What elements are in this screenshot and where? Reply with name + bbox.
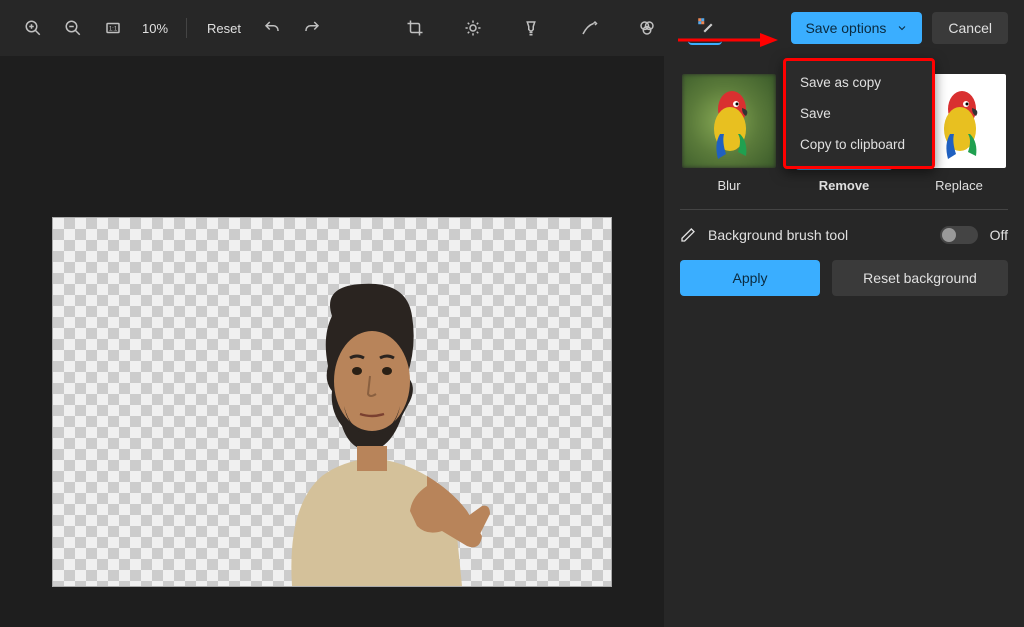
zoom-in-icon <box>24 19 42 37</box>
retouch-icon <box>638 19 656 37</box>
image-canvas[interactable] <box>52 217 612 587</box>
option-label: Remove <box>819 178 870 193</box>
panel-actions: Apply Reset background <box>680 260 1008 296</box>
undo-icon <box>263 19 281 37</box>
brush-toggle-state: Off <box>990 227 1008 243</box>
markup-tool-button[interactable] <box>572 11 606 45</box>
parrot-icon <box>932 84 992 164</box>
redo-button[interactable] <box>295 11 329 45</box>
annotation-arrow <box>678 30 778 50</box>
save-options-button[interactable]: Save options <box>791 12 922 44</box>
separator <box>186 18 187 38</box>
filter-tool-button[interactable] <box>514 11 548 45</box>
option-blur[interactable]: Blur <box>680 72 778 193</box>
chevron-down-icon <box>896 22 908 34</box>
apply-button[interactable]: Apply <box>680 260 820 296</box>
filter-icon <box>522 19 540 37</box>
cancel-button[interactable]: Cancel <box>932 12 1008 44</box>
menu-save[interactable]: Save <box>786 98 932 129</box>
photo-subject-person <box>232 276 512 586</box>
brush-tool-label: Background brush tool <box>708 227 928 243</box>
fit-screen-icon: 1:1 <box>104 19 122 37</box>
adjustment-tool-button[interactable] <box>456 11 490 45</box>
option-label: Blur <box>717 178 740 193</box>
menu-save-as-copy[interactable]: Save as copy <box>786 67 932 98</box>
crop-tool-button[interactable] <box>398 11 432 45</box>
canvas-area <box>0 56 664 627</box>
blur-thumbnail <box>680 72 778 170</box>
adjustment-icon <box>464 19 482 37</box>
zoom-in-button[interactable] <box>16 11 50 45</box>
zoom-out-icon <box>64 19 82 37</box>
parrot-icon <box>702 84 762 164</box>
fit-screen-button[interactable]: 1:1 <box>96 11 130 45</box>
toolbar-actions-group: Save options Cancel <box>791 12 1008 44</box>
toolbar-zoom-group: 1:1 10% Reset <box>16 11 329 45</box>
reset-background-button[interactable]: Reset background <box>832 260 1008 296</box>
svg-text:1:1: 1:1 <box>109 26 118 32</box>
redo-icon <box>303 19 321 37</box>
brush-tool-row: Background brush tool Off <box>680 226 1008 244</box>
save-options-label: Save options <box>805 20 886 36</box>
reset-zoom-button[interactable]: Reset <box>199 15 249 42</box>
pencil-icon <box>680 227 696 243</box>
crop-icon <box>406 19 424 37</box>
save-options-dropdown: Save as copy Save Copy to clipboard <box>783 58 935 169</box>
retouch-tool-button[interactable] <box>630 11 664 45</box>
undo-button[interactable] <box>255 11 289 45</box>
top-toolbar: 1:1 10% Reset <box>0 0 1024 56</box>
menu-copy-clipboard[interactable]: Copy to clipboard <box>786 129 932 160</box>
option-label: Replace <box>935 178 983 193</box>
markup-icon <box>580 19 598 37</box>
zoom-out-button[interactable] <box>56 11 90 45</box>
brush-toggle[interactable] <box>940 226 978 244</box>
divider <box>680 209 1008 210</box>
zoom-percentage: 10% <box>136 21 174 36</box>
